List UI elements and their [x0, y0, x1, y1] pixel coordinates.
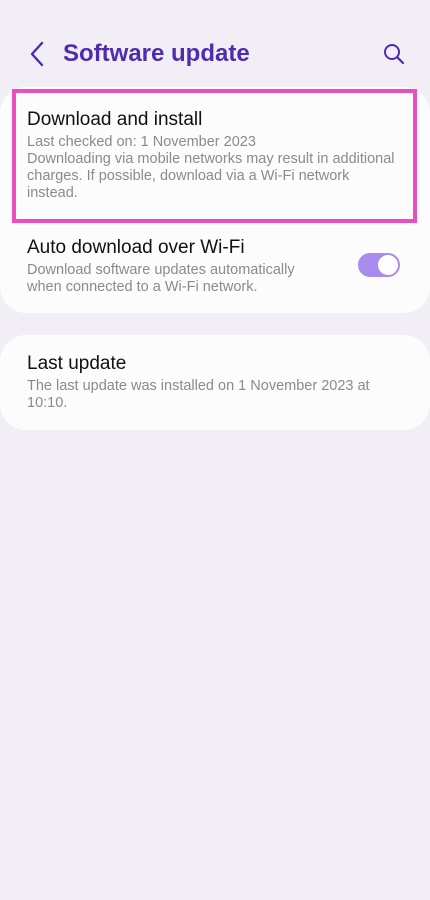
last-update-desc-line1: The last update was installed on 1 Novem… [27, 378, 370, 394]
auto-download-desc-line2: when connected to a Wi-Fi network. [27, 279, 258, 295]
page-title: Software update [63, 40, 250, 67]
last-update-title: Last update [27, 353, 127, 374]
auto-download-desc-line1: Download software updates automatically [27, 262, 295, 278]
mobile-network-note-line1: Downloading via mobile networks may resu… [27, 151, 395, 167]
search-button[interactable] [378, 38, 410, 70]
toggle-knob [377, 254, 399, 276]
chevron-left-icon [30, 41, 44, 67]
mobile-network-note-line3: instead. [27, 185, 78, 201]
auto-download-title: Auto download over Wi-Fi [27, 237, 245, 258]
auto-download-toggle[interactable] [358, 253, 400, 277]
download-and-install-title: Download and install [27, 109, 203, 130]
last-checked-text: Last checked on: 1 November 2023 [27, 134, 256, 150]
search-icon [384, 44, 405, 65]
last-update-desc-line2: 10:10. [27, 395, 68, 411]
mobile-network-note-line2: charges. If possible, download via a Wi-… [27, 168, 350, 184]
back-button[interactable] [20, 36, 54, 72]
